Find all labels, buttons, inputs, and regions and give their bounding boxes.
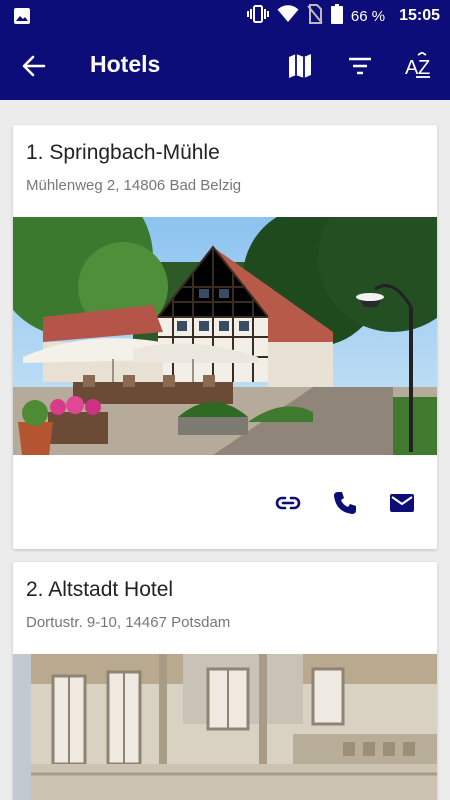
mail-icon[interactable] — [388, 489, 416, 517]
hotel-actions — [13, 483, 437, 523]
no-sim-icon — [307, 3, 323, 29]
hotel-card[interactable]: 1. Springbach-Mühle Mühlenweg 2, 14806 B… — [13, 125, 437, 549]
hotel-name: 1. Springbach-Mühle — [26, 141, 220, 164]
image-notification-icon — [13, 7, 31, 30]
map-icon[interactable] — [286, 52, 314, 80]
wifi-icon — [277, 4, 299, 28]
back-arrow-icon[interactable] — [20, 52, 48, 80]
filter-icon[interactable] — [346, 52, 374, 80]
battery-percent: 66 % — [350, 7, 386, 25]
hotel-card[interactable]: 2. Altstadt Hotel Dortustr. 9-10, 14467 … — [13, 562, 437, 800]
hotel-photo — [13, 217, 437, 455]
svg-text:A: A — [405, 57, 419, 79]
status-bar: 66 % 15:05 — [0, 0, 450, 32]
vibrate-icon — [246, 4, 269, 29]
hotel-address: Dortustr. 9-10, 14467 Potsdam — [26, 614, 231, 631]
sort-az-icon[interactable]: A Z — [404, 51, 432, 80]
app-bar: Hotels A Z — [0, 32, 450, 100]
hotel-name: 2. Altstadt Hotel — [26, 578, 174, 601]
phone-icon[interactable] — [331, 489, 359, 517]
link-icon[interactable] — [274, 489, 302, 517]
clock: 15:05 — [399, 7, 440, 24]
hotel-address: Mühlenweg 2, 14806 Bad Belzig — [26, 177, 242, 194]
battery-icon — [330, 3, 343, 29]
hotel-photo — [13, 654, 437, 800]
page-title: Hotels — [90, 51, 161, 77]
svg-text:Z: Z — [418, 57, 430, 79]
